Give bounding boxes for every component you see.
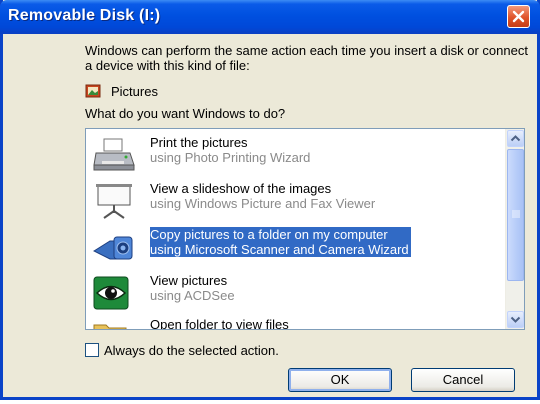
chevron-down-icon xyxy=(510,316,521,323)
autoplay-dialog: Removable Disk (I:) Windows can perform … xyxy=(0,0,540,400)
content-type: Pictures xyxy=(85,82,158,100)
chevron-up-icon xyxy=(510,135,521,142)
action-title: Open folder to view files xyxy=(150,317,289,330)
list-item-print[interactable]: Print the pictures using Photo Printing … xyxy=(86,131,504,177)
grip-icon xyxy=(512,210,520,218)
action-subtitle: using ACDSee xyxy=(150,288,235,303)
printer-icon xyxy=(93,138,135,171)
always-do-checkbox[interactable] xyxy=(85,343,99,357)
scroll-down-button[interactable] xyxy=(507,311,524,328)
always-do-label: Always do the selected action. xyxy=(104,342,279,358)
action-subtitle: using Photo Printing Wizard xyxy=(150,150,311,165)
question-text: What do you want Windows to do? xyxy=(85,106,286,121)
list-item-slideshow[interactable]: View a slideshow of the images using Win… xyxy=(86,177,504,223)
list-item-view-pictures[interactable]: View pictures using ACDSee xyxy=(86,269,504,315)
list-item-open-folder[interactable]: Open folder to view files xyxy=(86,313,504,330)
list-item-copy-pictures[interactable]: Copy pictures to a folder on my computer… xyxy=(86,223,504,269)
action-list[interactable]: Print the pictures using Photo Printing … xyxy=(85,128,525,330)
scroll-up-button[interactable] xyxy=(507,130,524,147)
action-title: View pictures xyxy=(150,273,228,288)
cancel-button[interactable]: Cancel xyxy=(411,368,515,392)
action-title: Print the pictures xyxy=(150,135,248,150)
always-do-option[interactable]: Always do the selected action. xyxy=(85,342,279,358)
action-title: Copy pictures to a folder on my computer xyxy=(150,227,411,242)
camera-icon xyxy=(92,236,133,260)
action-subtitle: using Windows Picture and Fax Viewer xyxy=(150,196,376,211)
window-title: Removable Disk (I:) xyxy=(8,7,161,24)
eye-icon xyxy=(93,276,129,310)
intro-text: Windows can perform the same action each… xyxy=(85,43,528,73)
scroll-thumb[interactable] xyxy=(507,149,524,281)
content-type-label: Pictures xyxy=(111,83,158,99)
pictures-icon xyxy=(85,84,101,98)
close-button[interactable] xyxy=(507,5,530,28)
action-subtitle: using Microsoft Scanner and Camera Wizar… xyxy=(150,242,411,257)
action-title: View a slideshow of the images xyxy=(150,181,332,196)
close-icon xyxy=(512,10,525,23)
ok-button[interactable]: OK xyxy=(288,368,392,392)
folder-icon xyxy=(93,324,127,329)
title-bar[interactable]: Removable Disk (I:) xyxy=(0,0,540,34)
projector-screen-icon xyxy=(96,184,132,219)
vertical-scrollbar[interactable] xyxy=(505,129,524,329)
